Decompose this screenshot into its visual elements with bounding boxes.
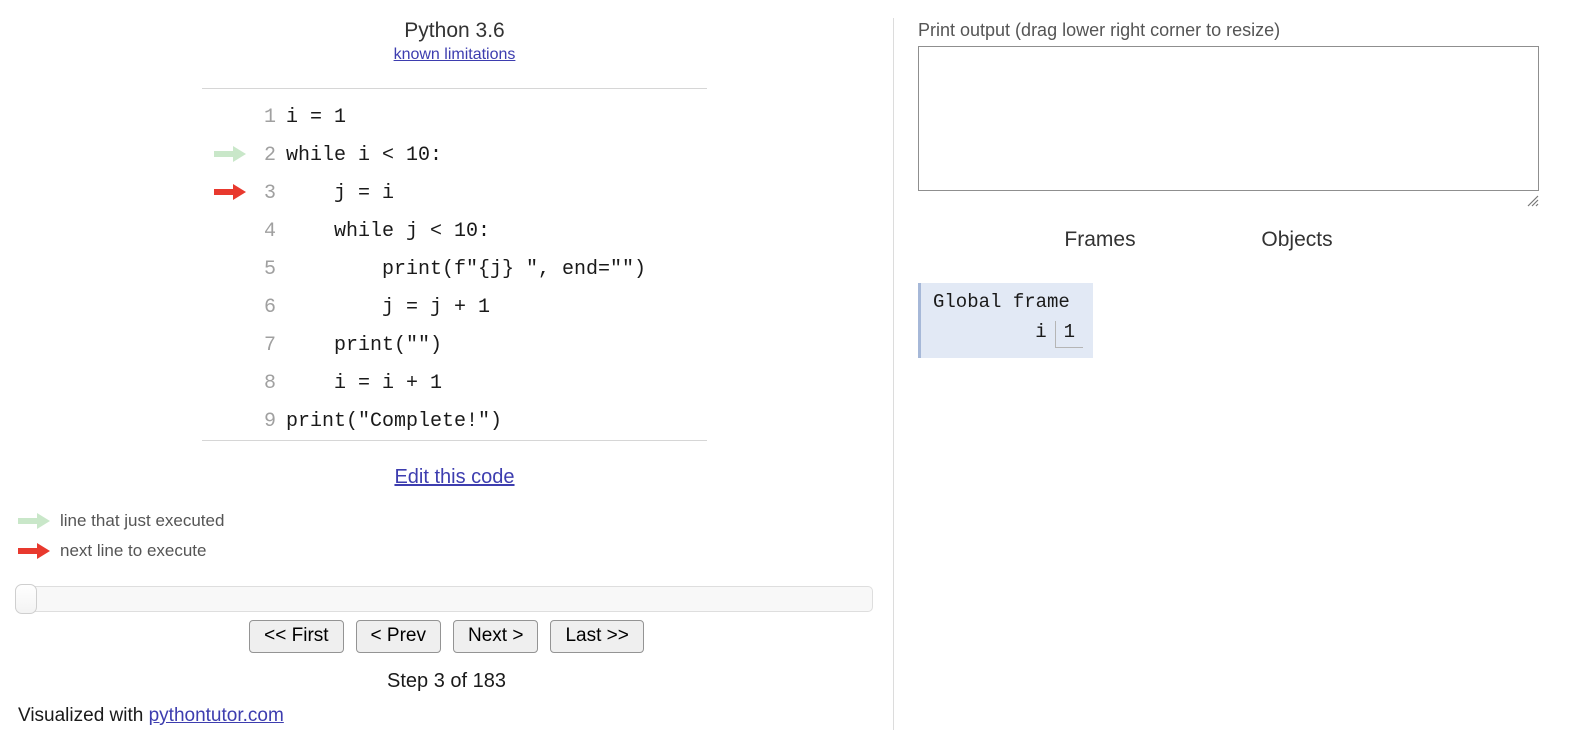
execution-arrow-cell [202,288,246,326]
code-lines-body: 1 i = 1 2 while i < 10: 3 j = i 4 while … [202,98,646,440]
code-line-row: 9 print("Complete!") [202,402,646,440]
step-slider-track[interactable] [15,586,873,612]
language-header: Python 3.6 known limitations [202,18,707,64]
code-pane: Python 3.6 known limitations 1 i = 1 2 w… [0,0,893,736]
line-number: 7 [263,333,276,357]
line-number: 4 [263,219,276,243]
known-limitations-link[interactable]: known limitations [394,46,516,64]
language-title: Python 3.6 [404,19,505,42]
execution-arrow-cell [202,402,246,440]
pythontutor-link[interactable]: pythontutor.com [149,705,284,726]
frames-column: Global frame i 1 [918,283,1093,358]
execution-arrow-cell [202,364,246,402]
execution-arrow-cell [202,136,246,174]
code-line-text[interactable]: print("Complete!") [286,402,646,440]
frame-variables-table: i 1 [1035,321,1083,348]
code-line-row: 6 j = j + 1 [202,288,646,326]
footer-credit: Visualized with pythontutor.com [18,705,284,727]
code-line-text[interactable]: while i < 10: [286,136,646,174]
visualization-pane: Print output (drag lower right corner to… [894,0,1577,736]
code-line-row: 5 print(f"{j} ", end="") [202,250,646,288]
code-line-text[interactable]: j = j + 1 [286,288,646,326]
line-number: 3 [263,181,276,205]
edit-this-code-link[interactable]: Edit this code [202,466,707,489]
execution-arrow-cell [202,98,246,136]
visualization-column-headers: Frames Objects [894,228,1577,258]
code-line-text[interactable]: print(f"{j} ", end="") [286,250,646,288]
code-top-divider [202,88,707,89]
stack-frame-global: Global frame i 1 [918,283,1093,358]
step-slider[interactable] [15,584,873,614]
step-slider-handle[interactable] [15,584,37,614]
prev-button[interactable]: < Prev [355,620,441,653]
line-number: 1 [263,105,276,129]
code-line-text[interactable]: while j < 10: [286,212,646,250]
code-line-row: 8 i = i + 1 [202,364,646,402]
next-line-arrow-icon [214,184,246,201]
just-executed-arrow-icon [214,146,246,163]
next-line-arrow-icon [18,543,50,559]
line-number: 9 [263,409,276,433]
arrow-legend: line that just executed next line to exe… [18,506,224,566]
first-button[interactable]: << First [249,620,344,653]
code-line-row: 1 i = 1 [202,98,646,136]
print-output-textarea[interactable] [918,46,1539,191]
line-number: 5 [263,257,276,281]
step-counter: Step 3 of 183 [387,670,506,692]
navigation-buttons: << First < Prev Next > Last >> [0,620,893,653]
execution-arrow-cell [202,212,246,250]
resize-grip-icon[interactable] [1526,194,1539,207]
execution-arrow-cell [202,250,246,288]
objects-header: Objects [1261,228,1333,251]
frames-header: Frames [1064,228,1136,251]
code-bottom-divider [202,440,707,441]
code-display: 1 i = 1 2 while i < 10: 3 j = i 4 while … [202,98,646,440]
legend-label-next-line: next line to execute [60,541,207,560]
legend-row-just-executed: line that just executed [18,506,224,536]
just-executed-arrow-icon [18,513,50,529]
code-line-row: 7 print("") [202,326,646,364]
code-line-text[interactable]: i = i + 1 [286,364,646,402]
variable-row: i 1 [1035,321,1083,348]
code-line-text[interactable]: i = 1 [286,98,646,136]
line-number: 6 [263,295,276,319]
frame-variables-body: i 1 [1035,321,1083,348]
code-line-row: 3 j = i [202,174,646,212]
line-number: 8 [263,371,276,395]
legend-row-next-line: next line to execute [18,536,224,566]
code-line-text[interactable]: print("") [286,326,646,364]
code-line-row: 4 while j < 10: [202,212,646,250]
next-button[interactable]: Next > [453,620,539,653]
code-line-text[interactable]: j = i [286,174,646,212]
stack-frame-title: Global frame [933,291,1070,313]
legend-label-just-executed: line that just executed [60,511,225,530]
code-line-row: 2 while i < 10: [202,136,646,174]
variable-name: i [1035,321,1047,343]
last-button[interactable]: Last >> [550,620,644,653]
line-number: 2 [263,143,276,167]
execution-arrow-cell [202,326,246,364]
print-output-label: Print output (drag lower right corner to… [918,20,1281,40]
execution-arrow-cell [202,174,246,212]
variable-value: 1 [1054,321,1083,348]
footer-prefix: Visualized with [18,705,149,726]
